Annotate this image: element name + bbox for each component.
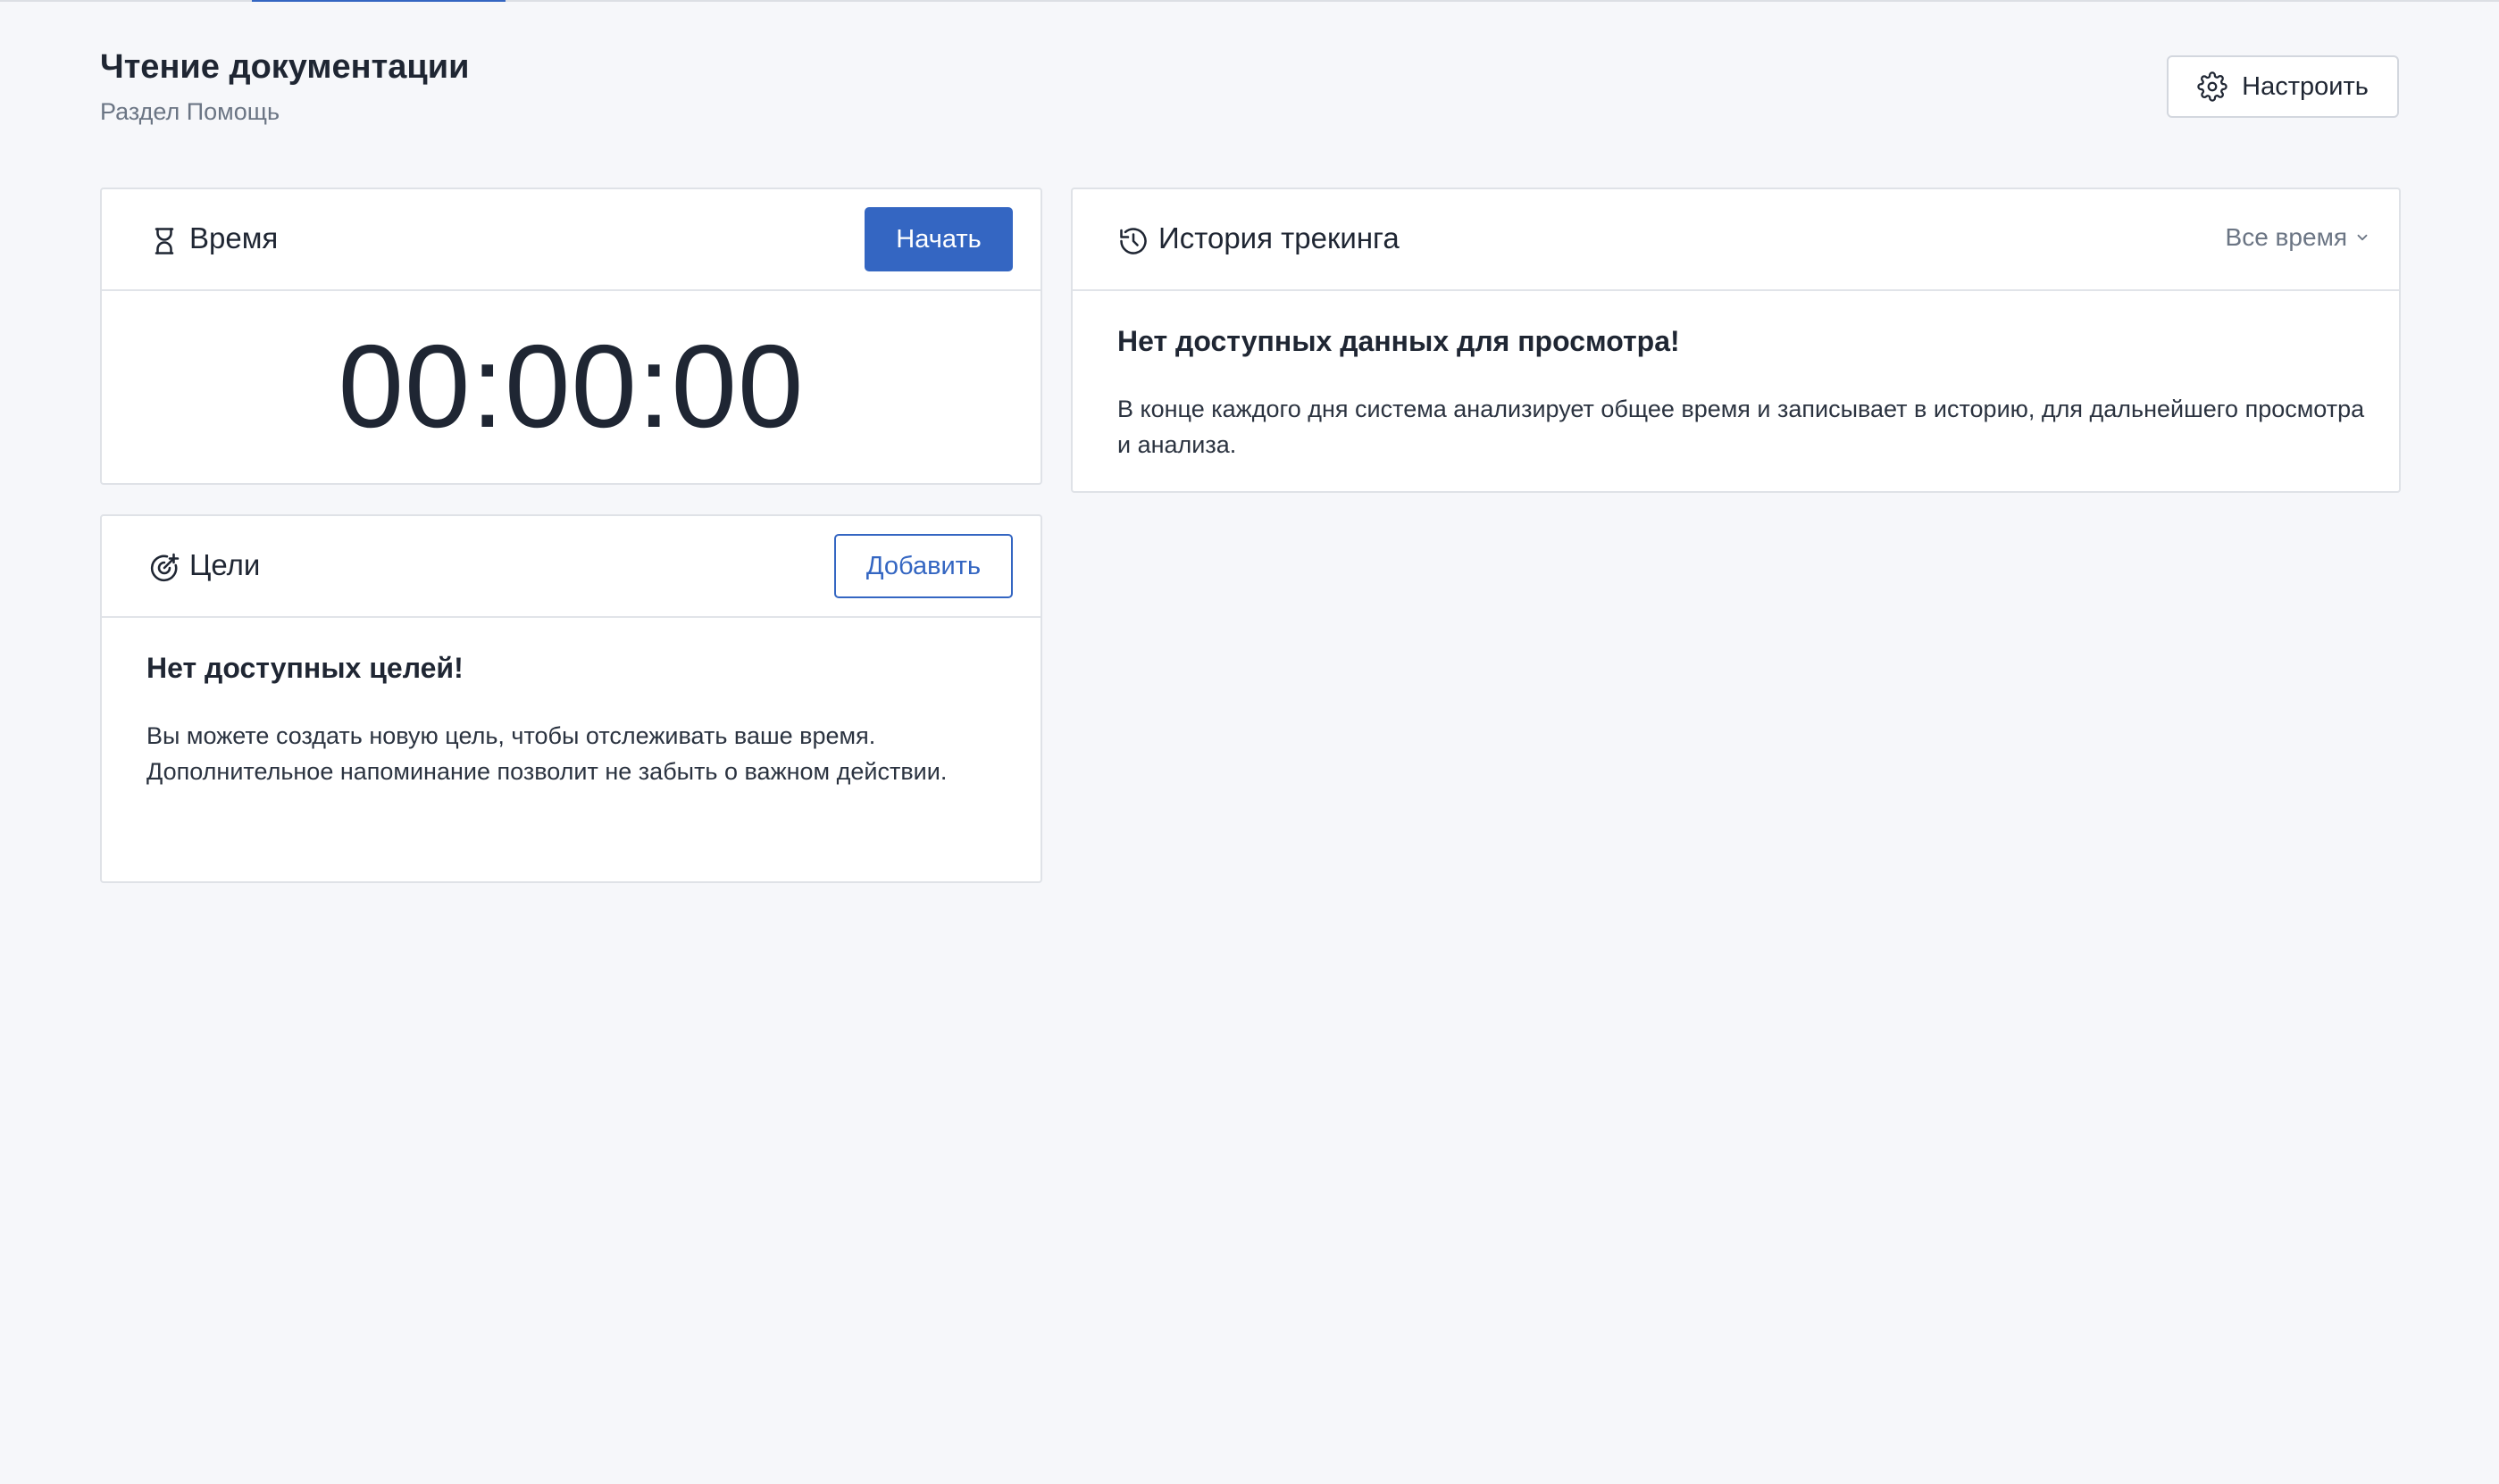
start-button[interactable]: Начать (865, 207, 1013, 271)
settings-button-label: Настроить (2242, 71, 2369, 101)
hourglass-icon (155, 228, 174, 254)
add-goal-button[interactable]: Добавить (834, 534, 1013, 598)
settings-button[interactable]: Настроить (2167, 55, 2399, 118)
goals-empty-text: Вы можете создать новую цель, чтобы отсл… (146, 722, 948, 785)
history-card-title: История трекинга (1158, 221, 1400, 254)
history-card-header: История трекинга Все время (1073, 189, 2399, 291)
page-subtitle: Раздел Помощь (100, 98, 280, 125)
time-card: Время Начать 00:00:00 (100, 188, 1042, 485)
target-icon (150, 553, 180, 582)
page-title: Чтение документации (100, 48, 470, 86)
chevron-down-icon (2357, 234, 2368, 241)
history-empty-title: Нет доступных данных для просмотра! (1117, 325, 1680, 357)
time-card-header: Время Начать (102, 189, 1041, 291)
goals-empty-title: Нет доступных целей! (146, 652, 464, 684)
time-card-title: Время (189, 221, 279, 254)
history-card: История трекинга Все время Нет доступных… (1071, 188, 2401, 493)
period-filter-dropdown[interactable]: Все время (2226, 223, 2370, 252)
history-icon (1120, 228, 1147, 254)
active-tab-indicator (252, 0, 506, 2)
goals-card-title: Цели (189, 548, 261, 581)
history-empty-text: В конце каждого дня система анализирует … (1117, 396, 2365, 458)
timer-display: 00:00:00 (338, 321, 805, 452)
period-filter-label: Все время (2225, 223, 2347, 251)
goals-card: Цели Добавить Нет доступных целей! Вы мо… (100, 514, 1042, 883)
goals-card-header: Цели Добавить (102, 516, 1041, 618)
gear-icon (2197, 71, 2227, 102)
top-tab-bar (0, 0, 2499, 2)
